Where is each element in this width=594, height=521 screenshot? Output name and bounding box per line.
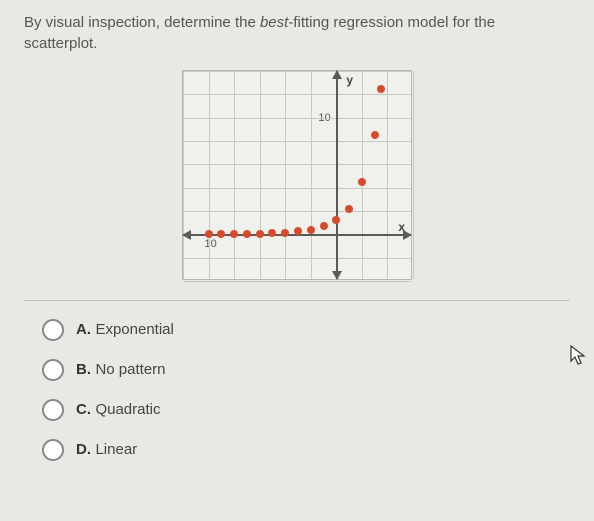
question-prompt: By visual inspection, determine the best… [24, 12, 570, 54]
x-tick-neg10: 10 [205, 238, 217, 250]
option-text: No pattern [95, 361, 165, 378]
data-point [243, 230, 251, 238]
y-axis-label: y [346, 73, 353, 87]
scatterplot-container: y x 10 10 [24, 70, 570, 280]
option-c[interactable]: C. Quadratic [42, 399, 570, 421]
option-text: Linear [95, 441, 137, 458]
data-point [256, 230, 264, 238]
data-point [268, 229, 276, 237]
radio-button[interactable] [42, 439, 64, 461]
data-point [377, 85, 385, 93]
radio-button[interactable] [42, 359, 64, 381]
data-point [307, 226, 315, 234]
option-letter: D. [76, 441, 91, 458]
option-b[interactable]: B. No pattern [42, 359, 570, 381]
radio-button[interactable] [42, 319, 64, 341]
option-letter: B. [76, 361, 91, 378]
data-point [217, 230, 225, 238]
data-point [345, 205, 353, 213]
option-a[interactable]: A. Exponential [42, 319, 570, 341]
data-point [371, 131, 379, 139]
option-letter: C. [76, 401, 91, 418]
divider-line [24, 300, 570, 301]
option-letter: A. [76, 321, 91, 338]
option-d[interactable]: D. Linear [42, 439, 570, 461]
data-point [320, 222, 328, 230]
cursor-icon [570, 345, 588, 372]
data-point [294, 227, 302, 235]
data-point [332, 216, 340, 224]
option-text: Quadratic [95, 401, 160, 418]
data-point [230, 230, 238, 238]
answer-options: A. Exponential B. No pattern C. Quadratic D… [24, 319, 570, 461]
option-text: Exponential [95, 321, 173, 338]
scatterplot: y x 10 10 [182, 70, 412, 280]
data-point [281, 229, 289, 237]
data-point [205, 230, 213, 238]
radio-button[interactable] [42, 399, 64, 421]
data-point [358, 178, 366, 186]
